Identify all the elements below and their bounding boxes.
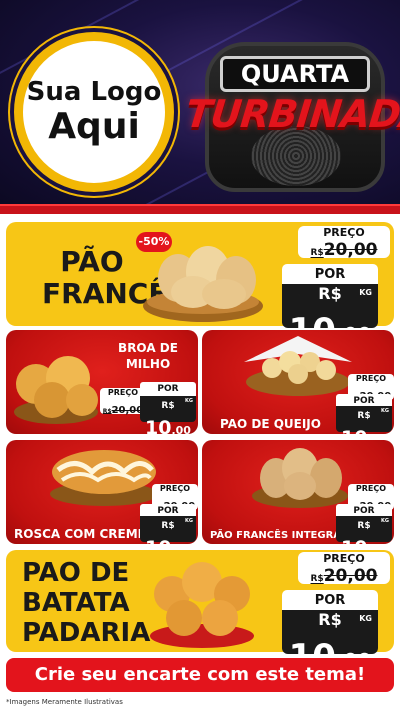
- old-price: R$20,00: [103, 405, 143, 416]
- por-label: POR: [140, 382, 196, 396]
- currency: R$: [161, 521, 175, 531]
- new-price-box: R$ 10,00 KG: [282, 284, 378, 351]
- product-card-pao-de-queijo: PAO DE QUEIJO PREÇO R$20,00 POR R$ 10,00…: [202, 330, 394, 449]
- product-name: PÃO FRANCÊS INTEGRAL: [210, 530, 348, 541]
- old-price-value: 20,00: [323, 566, 378, 586]
- currency: R$: [310, 248, 324, 258]
- unit-label: KG: [381, 518, 389, 524]
- currency: R$: [357, 411, 371, 421]
- header-divider: [0, 204, 400, 214]
- old-price: R$20,00: [311, 566, 378, 586]
- new-price-box: R$ 10,00 KG: [336, 516, 392, 559]
- title-turbinada: TURBINADA: [183, 92, 400, 136]
- new-price-box: R$ 10,00 KG: [140, 516, 196, 559]
- sweet-bread-image: [50, 450, 158, 506]
- product-name-line: PAO DE: [22, 558, 130, 588]
- por-label: POR: [282, 590, 378, 612]
- product-name-line: BATATA: [22, 588, 130, 618]
- preco-label: PREÇO: [159, 484, 191, 493]
- preco-label: PREÇO: [323, 552, 365, 565]
- currency: R$: [161, 401, 175, 411]
- discount-badge: -50%: [136, 232, 172, 252]
- product-name-line: PÃO: [60, 245, 124, 278]
- unit-label: KG: [359, 614, 372, 623]
- unit-label: KG: [185, 398, 193, 404]
- product-name: PÃO FRANCÊS: [42, 245, 188, 310]
- price-decimal: ,00: [171, 424, 191, 437]
- currency: R$: [357, 521, 371, 531]
- preco-label: PREÇO: [323, 226, 365, 239]
- old-price: R$20,00: [311, 240, 378, 260]
- unit-label: KG: [185, 518, 193, 524]
- title-quarta: QUARTA: [220, 56, 370, 92]
- new-price-box: R$ 10,00 KG: [336, 406, 392, 449]
- logo-text-line2: Aqui: [48, 106, 140, 147]
- por-label: POR: [282, 264, 378, 286]
- product-name-line: BROA DE: [118, 341, 178, 355]
- product-name-line: FRANCÊS: [42, 277, 188, 310]
- currency: R$: [318, 284, 342, 303]
- currency: R$: [102, 408, 112, 415]
- potato-bread-image: [150, 562, 254, 648]
- product-name-line: MILHO: [125, 357, 171, 371]
- product-card-pao-frances-integral: PÃO FRANCÊS INTEGRAL PREÇO R$20,00 POR R…: [202, 440, 394, 559]
- old-price-value: 20,00: [111, 405, 144, 416]
- currency: R$: [310, 574, 324, 584]
- disclaimer-text: *Imagens Meramente Ilustrativas: [6, 698, 123, 706]
- preco-label: PREÇO: [355, 374, 387, 383]
- preco-label: PREÇO: [355, 484, 387, 493]
- product-name: PAO DE QUEIJO: [220, 417, 321, 431]
- product-name: ROSCA COM CREME: [14, 527, 146, 541]
- product-name: PAO DE BATATA PADARIA: [22, 558, 150, 648]
- old-price-box: PREÇO R$20,00: [298, 226, 390, 260]
- product-card-rosca-com-creme: ROSCA COM CREME PREÇO R$20,00 POR R$ 10,…: [6, 440, 198, 559]
- header-banner: Sua Logo Aqui QUARTA TURBINADA: [0, 0, 400, 214]
- product-name: BROA DE MILHO: [118, 340, 178, 372]
- product-card-broa-de-milho: BROA DE MILHO PREÇO R$20,00 POR R$ 10,00…: [6, 330, 198, 439]
- currency: R$: [318, 610, 342, 629]
- corn-bread-image: [14, 356, 98, 424]
- logo-placeholder: Sua Logo Aqui: [14, 32, 174, 192]
- cheese-bread-image: [244, 336, 352, 396]
- price-integer: 10: [145, 417, 172, 439]
- new-price-box: R$ 10,00 KG: [282, 610, 378, 677]
- wholegrain-bread-image: [252, 448, 348, 508]
- old-price-value: 20,00: [323, 240, 378, 260]
- new-price-box: R$ 10,00 KG: [140, 396, 196, 439]
- product-name-line: PADARIA: [22, 618, 151, 648]
- unit-label: KG: [381, 408, 389, 414]
- unit-label: KG: [359, 288, 372, 297]
- old-price-box: PREÇO R$20,00: [298, 552, 390, 586]
- logo-text-line1: Sua Logo: [26, 77, 162, 107]
- cta-banner[interactable]: Crie seu encarte com este tema!: [6, 658, 394, 692]
